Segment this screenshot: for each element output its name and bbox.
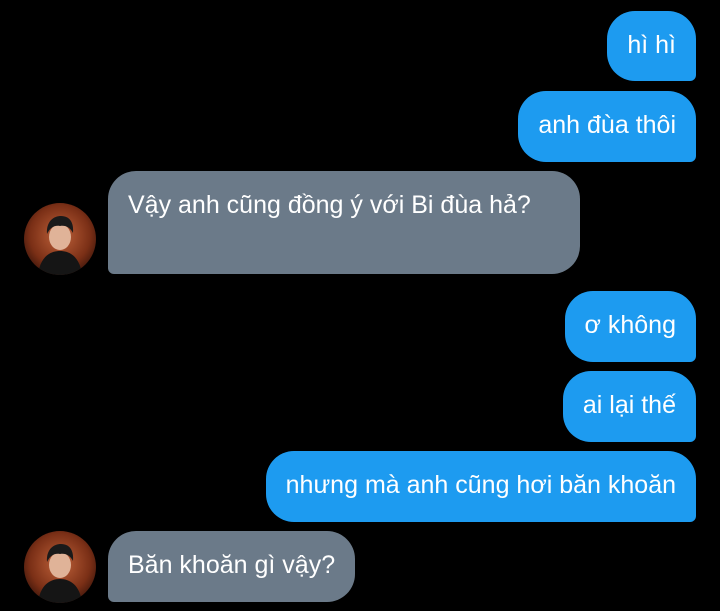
incoming-message-bubble[interactable]: Vậy anh cũng đồng ý với Bi đùa hả? [108, 171, 580, 274]
outgoing-message-bubble[interactable]: hì hì [607, 11, 696, 81]
contact-photo-icon [24, 203, 96, 275]
incoming-message-bubble[interactable]: Băn khoăn gì vậy? [108, 531, 356, 602]
contact-avatar[interactable] [24, 531, 96, 603]
outgoing-message-bubble[interactable]: ai lại thế [562, 371, 696, 442]
outgoing-message-bubble[interactable]: ơ không [564, 291, 696, 362]
outgoing-message-bubble[interactable]: anh đùa thôi [518, 91, 696, 162]
contact-photo-icon [24, 531, 96, 603]
contact-avatar[interactable] [24, 203, 96, 275]
outgoing-message-bubble[interactable]: nhưng mà anh cũng hơi băn khoăn [265, 451, 696, 522]
message-thread[interactable]: hì hì anh đùa thôi Vậy anh cũng đồng ý v… [0, 0, 720, 611]
